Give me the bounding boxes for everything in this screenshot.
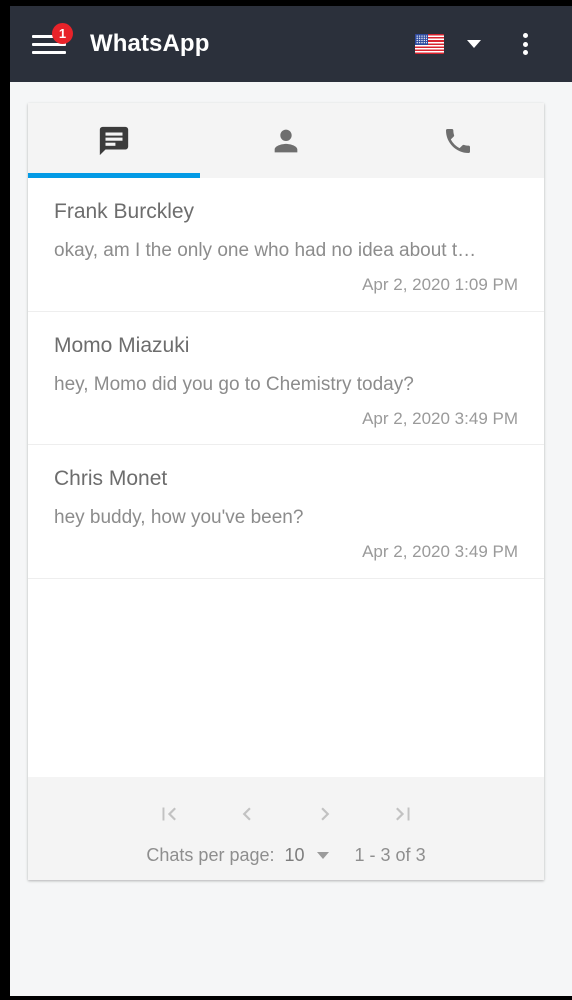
chat-list: Frank Burckley okay, am I the only one w… bbox=[28, 178, 544, 777]
chat-contact-name: Frank Burckley bbox=[54, 200, 195, 223]
chat-timestamp: Apr 2, 2020 3:49 PM bbox=[362, 408, 518, 428]
tab-calls[interactable] bbox=[372, 103, 544, 178]
hamburger-menu-button[interactable]: 1 bbox=[32, 23, 73, 59]
language-selector[interactable] bbox=[415, 34, 481, 54]
us-flag-icon bbox=[415, 34, 444, 54]
phone-icon bbox=[446, 128, 470, 153]
chat-bubble-icon bbox=[99, 126, 129, 155]
device-frame: 1 WhatsApp Frank Burckley okay, am I the… bbox=[0, 0, 572, 1000]
paginator-controls bbox=[28, 791, 544, 837]
tab-bar bbox=[28, 103, 544, 178]
next-page-button[interactable] bbox=[308, 797, 342, 831]
more-vertical-icon[interactable] bbox=[523, 33, 528, 55]
first-page-icon bbox=[162, 807, 176, 821]
active-tab-indicator bbox=[28, 173, 200, 178]
paginator-status: Chats per page: 10 1 - 3 of 3 bbox=[28, 845, 544, 866]
items-per-page-label: Chats per page: bbox=[146, 844, 275, 865]
chat-timestamp: Apr 2, 2020 1:09 PM bbox=[362, 274, 518, 294]
chat-list-item[interactable]: Momo Miazuki hey, Momo did you go to Che… bbox=[28, 312, 544, 446]
first-page-button[interactable] bbox=[152, 797, 186, 831]
chat-preview-message: hey buddy, how you've been? bbox=[54, 507, 304, 529]
chat-preview-message: okay, am I the only one who had no idea … bbox=[54, 240, 477, 262]
items-per-page-select[interactable]: 10 bbox=[285, 845, 355, 866]
chat-contact-name: Momo Miazuki bbox=[54, 333, 190, 357]
chevron-down-icon bbox=[467, 40, 481, 48]
notification-badge: 1 bbox=[52, 23, 73, 44]
person-icon bbox=[274, 129, 298, 152]
chats-card: Frank Burckley okay, am I the only one w… bbox=[28, 103, 544, 880]
chat-timestamp: Apr 2, 2020 3:49 PM bbox=[362, 542, 518, 562]
chat-list-empty-space bbox=[28, 578, 544, 777]
chevron-right-icon bbox=[321, 807, 330, 821]
page-range-label: 1 - 3 of 3 bbox=[354, 844, 426, 865]
chat-list-item[interactable]: Frank Burckley okay, am I the only one w… bbox=[28, 178, 544, 312]
items-per-page-value: 10 bbox=[284, 844, 305, 865]
app-title: WhatsApp bbox=[90, 30, 210, 57]
last-page-icon bbox=[396, 807, 410, 821]
chat-list-item[interactable]: Chris Monet hey buddy, how you've been? … bbox=[28, 445, 544, 579]
chevron-down-icon bbox=[316, 851, 329, 859]
chat-contact-name: Chris Monet bbox=[54, 467, 168, 491]
previous-page-button[interactable] bbox=[230, 797, 264, 831]
chat-preview-message: hey, Momo did you go to Chemistry today? bbox=[54, 373, 414, 395]
tab-contacts[interactable] bbox=[200, 103, 372, 178]
app-bar: 1 WhatsApp bbox=[10, 6, 572, 82]
app-screen: 1 WhatsApp Frank Burckley okay, am I the… bbox=[10, 6, 572, 996]
paginator: Chats per page: 10 1 - 3 of 3 bbox=[28, 776, 544, 880]
last-page-button[interactable] bbox=[386, 797, 420, 831]
chevron-left-icon bbox=[242, 807, 251, 821]
tab-chats[interactable] bbox=[28, 103, 200, 178]
